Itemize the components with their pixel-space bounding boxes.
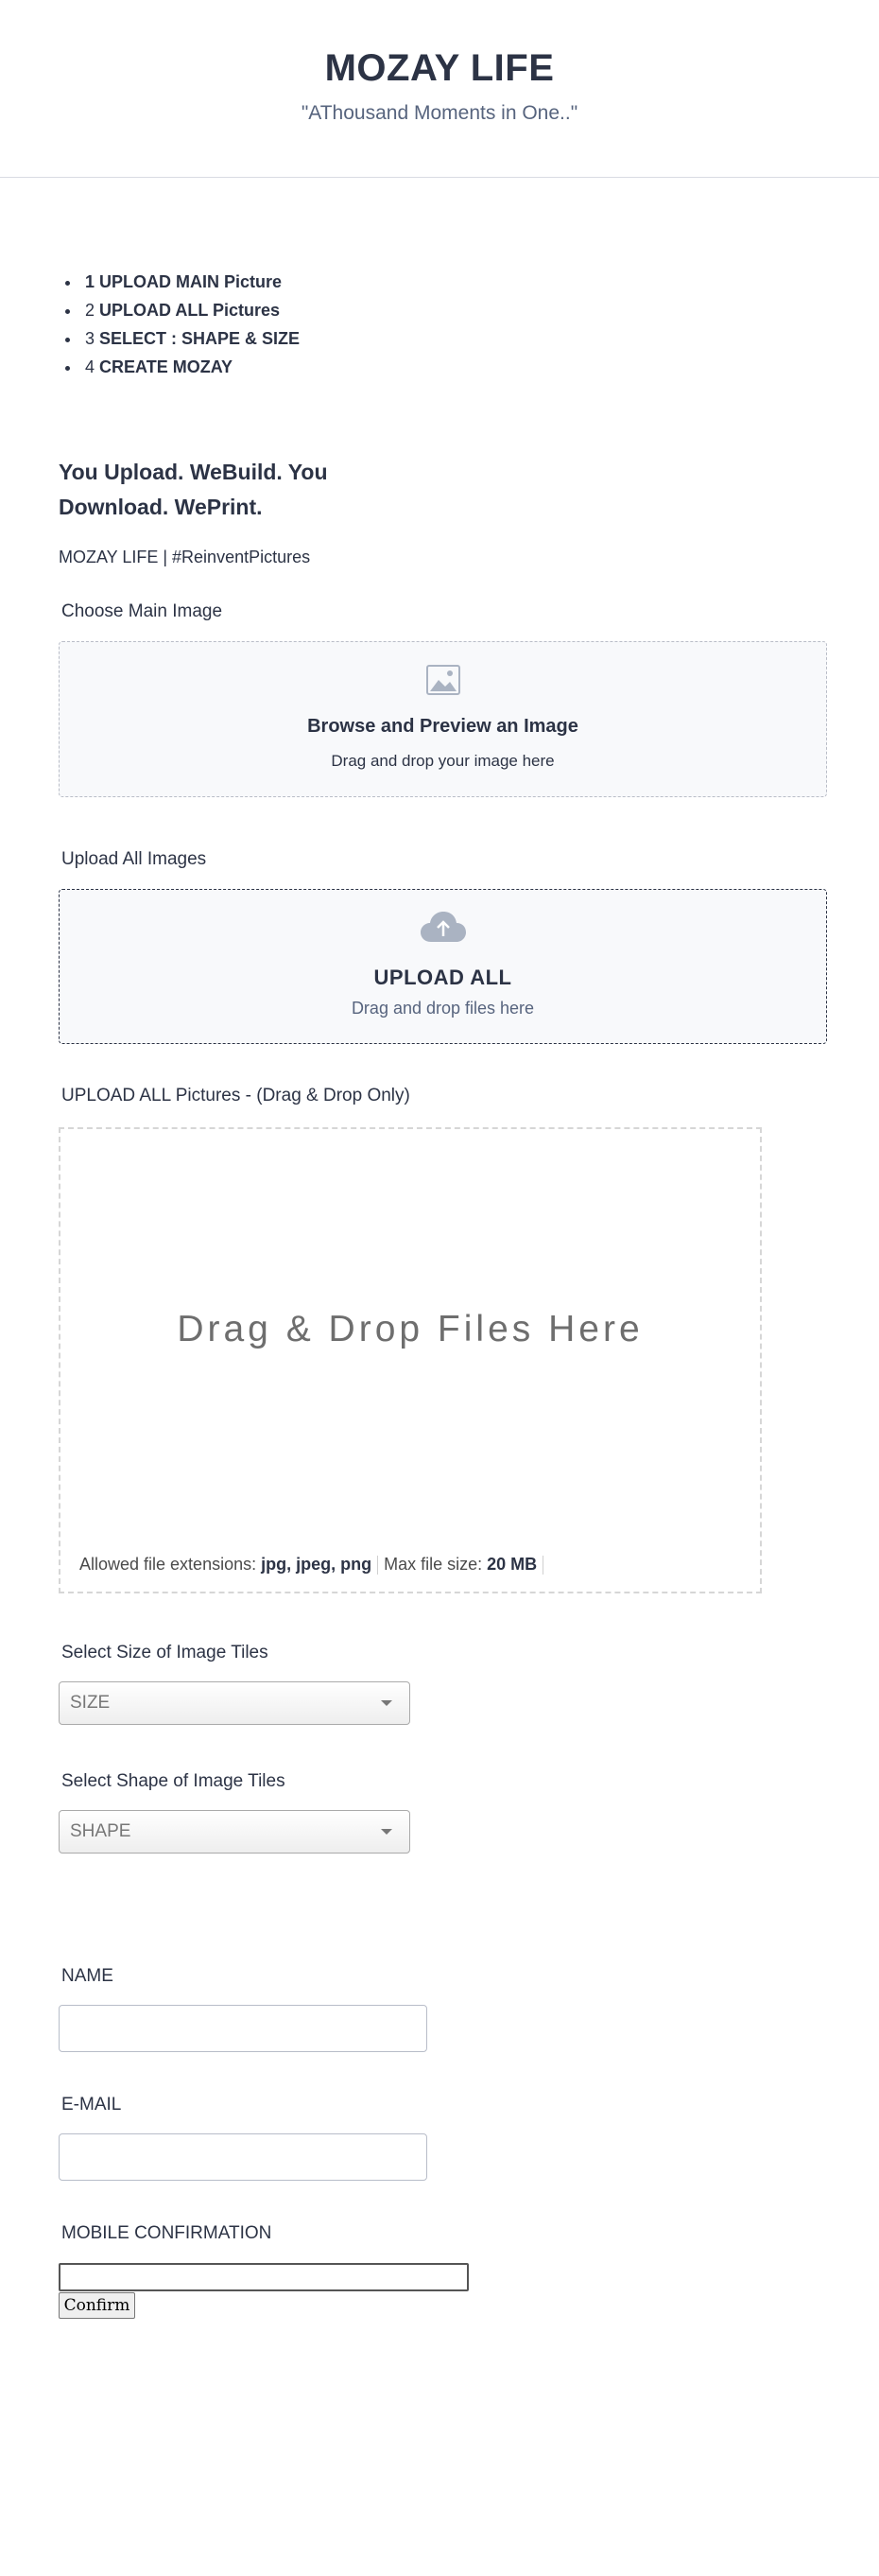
chevron-down-icon xyxy=(381,1700,392,1706)
main-image-dropzone[interactable]: Browse and Preview an Image Drag and dro… xyxy=(59,641,827,797)
upload-all-dropzone[interactable]: UPLOAD ALL Drag and drop files here xyxy=(59,889,827,1044)
step-item: 3 SELECT : SHAPE & SIZE xyxy=(81,324,300,353)
size-select-value: SIZE xyxy=(70,1693,111,1713)
step-number: 4 xyxy=(85,357,95,376)
step-number: 3 xyxy=(85,329,95,348)
ext-value: jpg, jpeg, png xyxy=(261,1555,372,1574)
size-select-label: Select Size of Image Tiles xyxy=(61,1643,268,1662)
hashtag-line: MOZAY LIFE | #ReinventPictures xyxy=(59,548,311,566)
size-label: Max file size: xyxy=(384,1555,483,1574)
tagline: You Upload. WeBuild. You Download. WePri… xyxy=(59,460,328,519)
name-field[interactable] xyxy=(59,2005,427,2052)
mobile-label: MOBILE CONFIRMATION xyxy=(61,2223,272,2243)
file-constraints: Allowed file extensions: jpg, jpeg, png M… xyxy=(79,1555,549,1575)
size-select[interactable]: SIZE xyxy=(59,1681,410,1725)
upload-all-title: UPLOAD ALL xyxy=(373,966,512,989)
step-text: UPLOAD ALL Pictures xyxy=(99,301,281,320)
step-item: 1 UPLOAD MAIN Picture xyxy=(81,268,300,296)
step-item: 2 UPLOAD ALL Pictures xyxy=(81,296,300,324)
shape-select[interactable]: SHAPE xyxy=(59,1810,410,1854)
main-image-label: Choose Main Image xyxy=(61,601,223,621)
divider xyxy=(377,1556,379,1575)
step-item: 4 CREATE MOZAY xyxy=(81,353,300,381)
chevron-down-icon xyxy=(381,1829,392,1835)
image-icon xyxy=(60,665,826,695)
step-number: 2 xyxy=(85,301,95,320)
email-label: E-MAIL xyxy=(61,2095,122,2115)
name-label: NAME xyxy=(61,1966,113,1986)
page-header: MOZAY LIFE "AThousand Moments in One.." xyxy=(0,0,879,178)
step-text: CREATE MOZAY xyxy=(99,357,233,376)
steps-list: 1 UPLOAD MAIN Picture 2 UPLOAD ALL Pictu… xyxy=(81,268,300,381)
size-value: 20 MB xyxy=(487,1555,538,1574)
page-subtitle: "AThousand Moments in One.." xyxy=(301,102,578,124)
shape-select-label: Select Shape of Image Tiles xyxy=(61,1771,285,1791)
dragdrop-label: UPLOAD ALL Pictures - (Drag & Drop Only) xyxy=(61,1086,410,1105)
shape-select-value: SHAPE xyxy=(70,1821,131,1841)
ext-label: Allowed file extensions: xyxy=(79,1555,257,1574)
mobile-field[interactable] xyxy=(59,2263,469,2291)
page-title: MOZAY LIFE xyxy=(324,47,555,89)
main-image-hint: Drag and drop your image here xyxy=(331,752,555,770)
email-field[interactable] xyxy=(59,2133,427,2181)
step-text: SELECT : SHAPE & SIZE xyxy=(99,329,301,348)
upload-all-hint: Drag and drop files here xyxy=(351,999,535,1018)
dragdrop-text: Drag & Drop Files Here xyxy=(177,1309,644,1349)
upload-all-label: Upload All Images xyxy=(61,849,207,869)
dragdrop-area[interactable]: Drag & Drop Files Here Allowed file exte… xyxy=(59,1127,762,1593)
confirm-button[interactable]: Confirm xyxy=(59,2292,135,2319)
step-text: UPLOAD MAIN Picture xyxy=(99,272,283,291)
main-image-title: Browse and Preview an Image xyxy=(307,716,578,737)
step-number: 1 xyxy=(85,272,95,291)
cloud-upload-icon xyxy=(60,911,826,943)
